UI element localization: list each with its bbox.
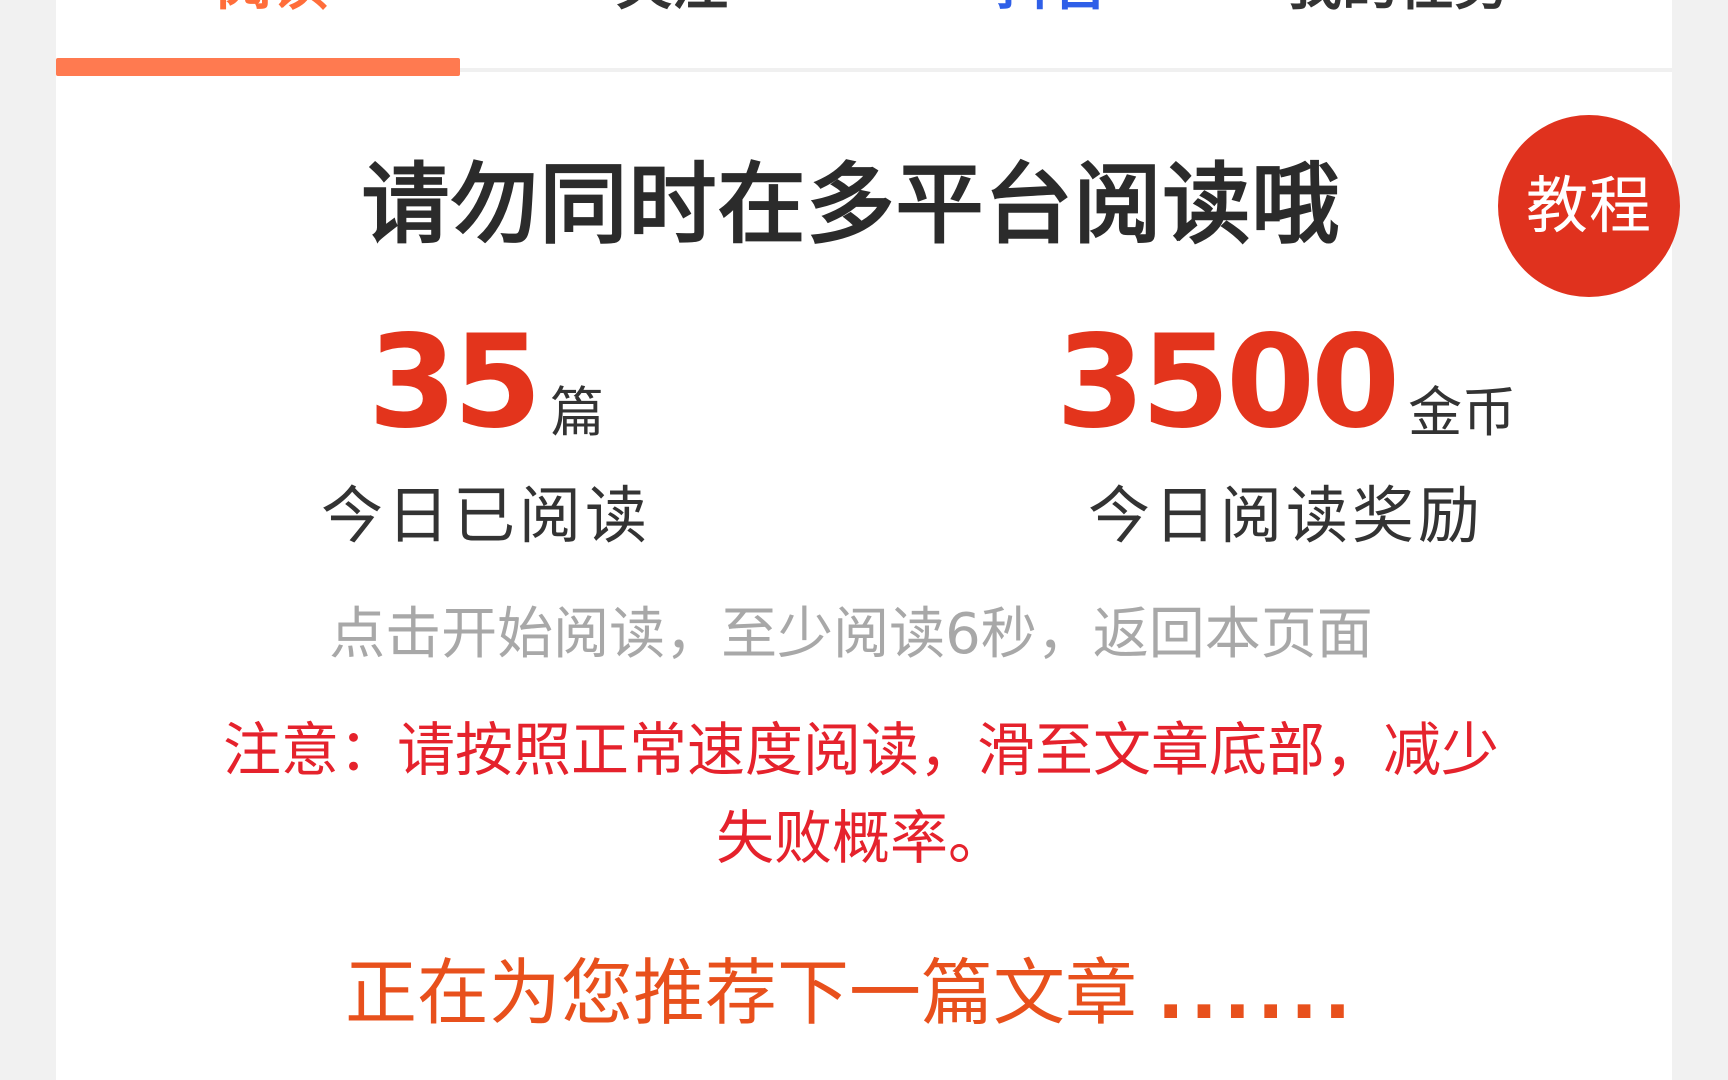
recommending-text: 正在为您推荐下一篇文章 bbox=[344, 951, 1137, 1035]
loading-dots: ...... bbox=[1156, 951, 1358, 1035]
articles-read-label: 今日已阅读 bbox=[320, 479, 651, 552]
stat-articles-read: 35 篇 今日已阅读 bbox=[256, 318, 716, 552]
reading-card: 阅读 关注 抖音 我的任务 请勿同时在多平台阅读哦 教程 35篇 今日已阅读 3… bbox=[56, 0, 1680, 1080]
tab-follow[interactable]: 关注 bbox=[616, 0, 728, 16]
stat-value-row: 35 篇 bbox=[256, 318, 716, 448]
page-title: 请勿同时在多平台阅读哦 bbox=[361, 153, 1341, 256]
tab-read[interactable]: 阅读 bbox=[216, 0, 328, 16]
app-screen: 阅读 关注 抖音 我的任务 请勿同时在多平台阅读哦 教程 35篇 今日已阅读 3… bbox=[0, 0, 1728, 1080]
tab-bar: 阅读 关注 抖音 我的任务 bbox=[56, 0, 1672, 76]
stat-value-row: 3500 金币 bbox=[946, 318, 1626, 448]
reading-reward-label: 今日阅读奖励 bbox=[1087, 479, 1484, 552]
coins-unit: 金币 bbox=[1408, 381, 1517, 444]
tab-douyin[interactable]: 抖音 bbox=[996, 0, 1108, 16]
reward-coins-count: 3500 bbox=[1055, 308, 1400, 457]
articles-read-count: 35 bbox=[367, 308, 542, 457]
reading-hint: 点击开始阅读，至少阅读6秒，返回本页面 bbox=[329, 602, 1373, 667]
active-tab-indicator bbox=[56, 58, 460, 76]
stat-reading-reward: 3500 金币 今日阅读奖励 bbox=[946, 318, 1626, 552]
reading-notice: 注意：请按照正常速度阅读，滑至文章底部，减少失败概率。 bbox=[222, 716, 1499, 872]
tab-my-tasks[interactable]: 我的任务 bbox=[1286, 0, 1510, 16]
articles-unit: 篇 bbox=[550, 381, 605, 444]
recommending-status: 正在为您推荐下一篇文章...... bbox=[56, 948, 1646, 1038]
tutorial-button[interactable]: 教程 bbox=[1498, 115, 1680, 297]
